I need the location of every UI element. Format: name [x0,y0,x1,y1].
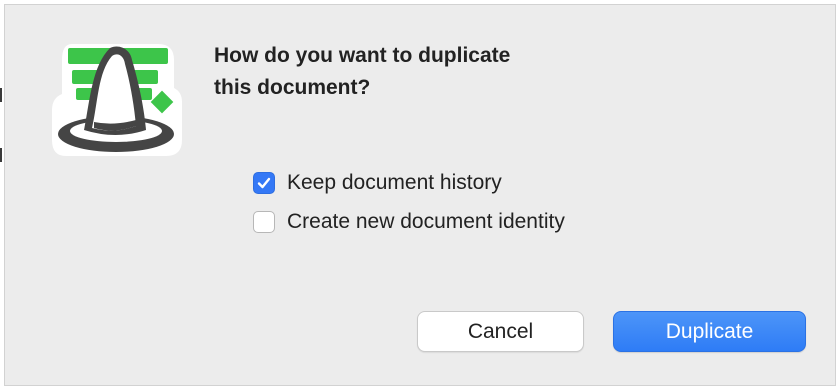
dialog-title-line-1: How do you want to duplicate [214,44,511,67]
edge-mark [0,88,2,102]
duplicate-button[interactable]: Duplicate [613,311,806,352]
new-identity-checkbox[interactable] [253,211,275,233]
wizard-hat-app-icon [46,30,186,170]
new-identity-option[interactable]: Create new document identity [253,208,565,236]
dialog-title: How do you want to duplicate this docume… [214,40,634,104]
keep-history-label: Keep document history [287,171,502,194]
new-identity-label: Create new document identity [287,210,565,233]
checkmark-icon [257,177,271,189]
keep-history-checkbox[interactable] [253,172,275,194]
edge-mark [0,148,2,162]
cancel-button[interactable]: Cancel [417,311,584,352]
dialog-title-line-2: this document? [214,76,371,99]
keep-history-option[interactable]: Keep document history [253,169,502,197]
